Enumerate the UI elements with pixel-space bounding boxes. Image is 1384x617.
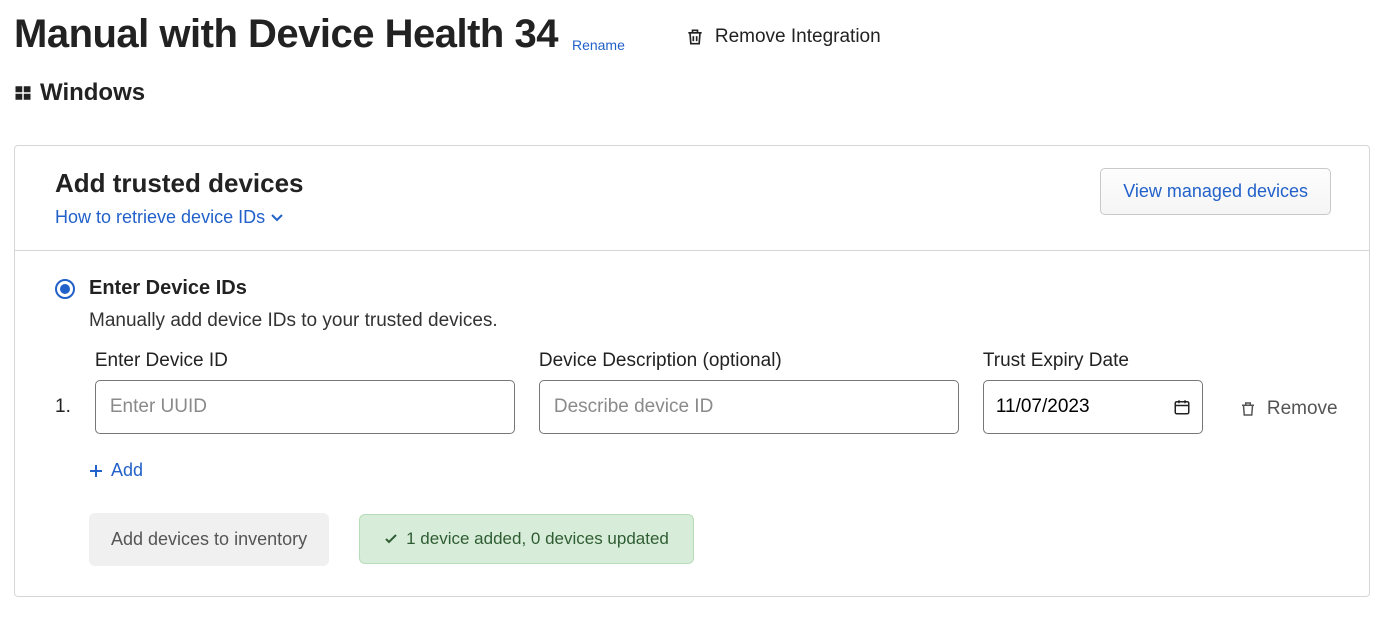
add-devices-button[interactable]: Add devices to inventory	[89, 513, 329, 566]
device-id-input[interactable]	[95, 380, 515, 434]
radio-label: Enter Device IDs	[89, 277, 247, 300]
radio-icon	[55, 279, 75, 299]
status-message: 1 device added, 0 devices updated	[359, 514, 694, 564]
trash-icon	[685, 26, 705, 48]
expiry-date-input[interactable]	[983, 380, 1203, 434]
panel-header: Add trusted devices How to retrieve devi…	[15, 146, 1369, 251]
panel-title: Add trusted devices	[55, 168, 304, 199]
status-text: 1 device added, 0 devices updated	[406, 529, 669, 549]
platform-row: Windows	[14, 79, 1370, 107]
howto-retrieve-link[interactable]: How to retrieve device IDs	[55, 207, 283, 228]
trusted-devices-panel: Add trusted devices How to retrieve devi…	[14, 145, 1370, 597]
calendar-icon	[1173, 398, 1191, 416]
remove-integration-button[interactable]: Remove Integration	[685, 26, 881, 48]
view-managed-devices-button[interactable]: View managed devices	[1100, 168, 1331, 215]
action-row: Add devices to inventory 1 device added,…	[89, 513, 1329, 566]
plus-icon	[89, 464, 103, 478]
page-title: Manual with Device Health 34	[14, 12, 558, 57]
panel-body: Enter Device IDs Manually add device IDs…	[15, 251, 1369, 596]
trash-icon	[1239, 399, 1257, 419]
device-row: 1. Enter Device ID Device Description (o…	[55, 350, 1329, 434]
row-number: 1.	[55, 396, 71, 434]
enter-device-ids-radio[interactable]: Enter Device IDs	[55, 277, 1329, 300]
device-id-label: Enter Device ID	[95, 350, 515, 372]
platform-label: Windows	[40, 79, 145, 107]
device-desc-input[interactable]	[539, 380, 959, 434]
check-icon	[384, 532, 398, 546]
option-description: Manually add device IDs to your trusted …	[89, 310, 1329, 332]
remove-row-button[interactable]: Remove	[1239, 398, 1338, 434]
page-header: Manual with Device Health 34 Rename Remo…	[14, 12, 1370, 57]
remove-integration-label: Remove Integration	[715, 26, 881, 48]
chevron-down-icon	[271, 214, 283, 222]
howto-retrieve-label: How to retrieve device IDs	[55, 207, 265, 228]
rename-link[interactable]: Rename	[572, 37, 625, 53]
expiry-label: Trust Expiry Date	[983, 350, 1203, 372]
device-desc-label: Device Description (optional)	[539, 350, 959, 372]
add-row-button[interactable]: Add	[89, 460, 143, 481]
add-row-label: Add	[111, 460, 143, 481]
windows-icon	[14, 84, 32, 102]
remove-row-label: Remove	[1267, 398, 1338, 420]
